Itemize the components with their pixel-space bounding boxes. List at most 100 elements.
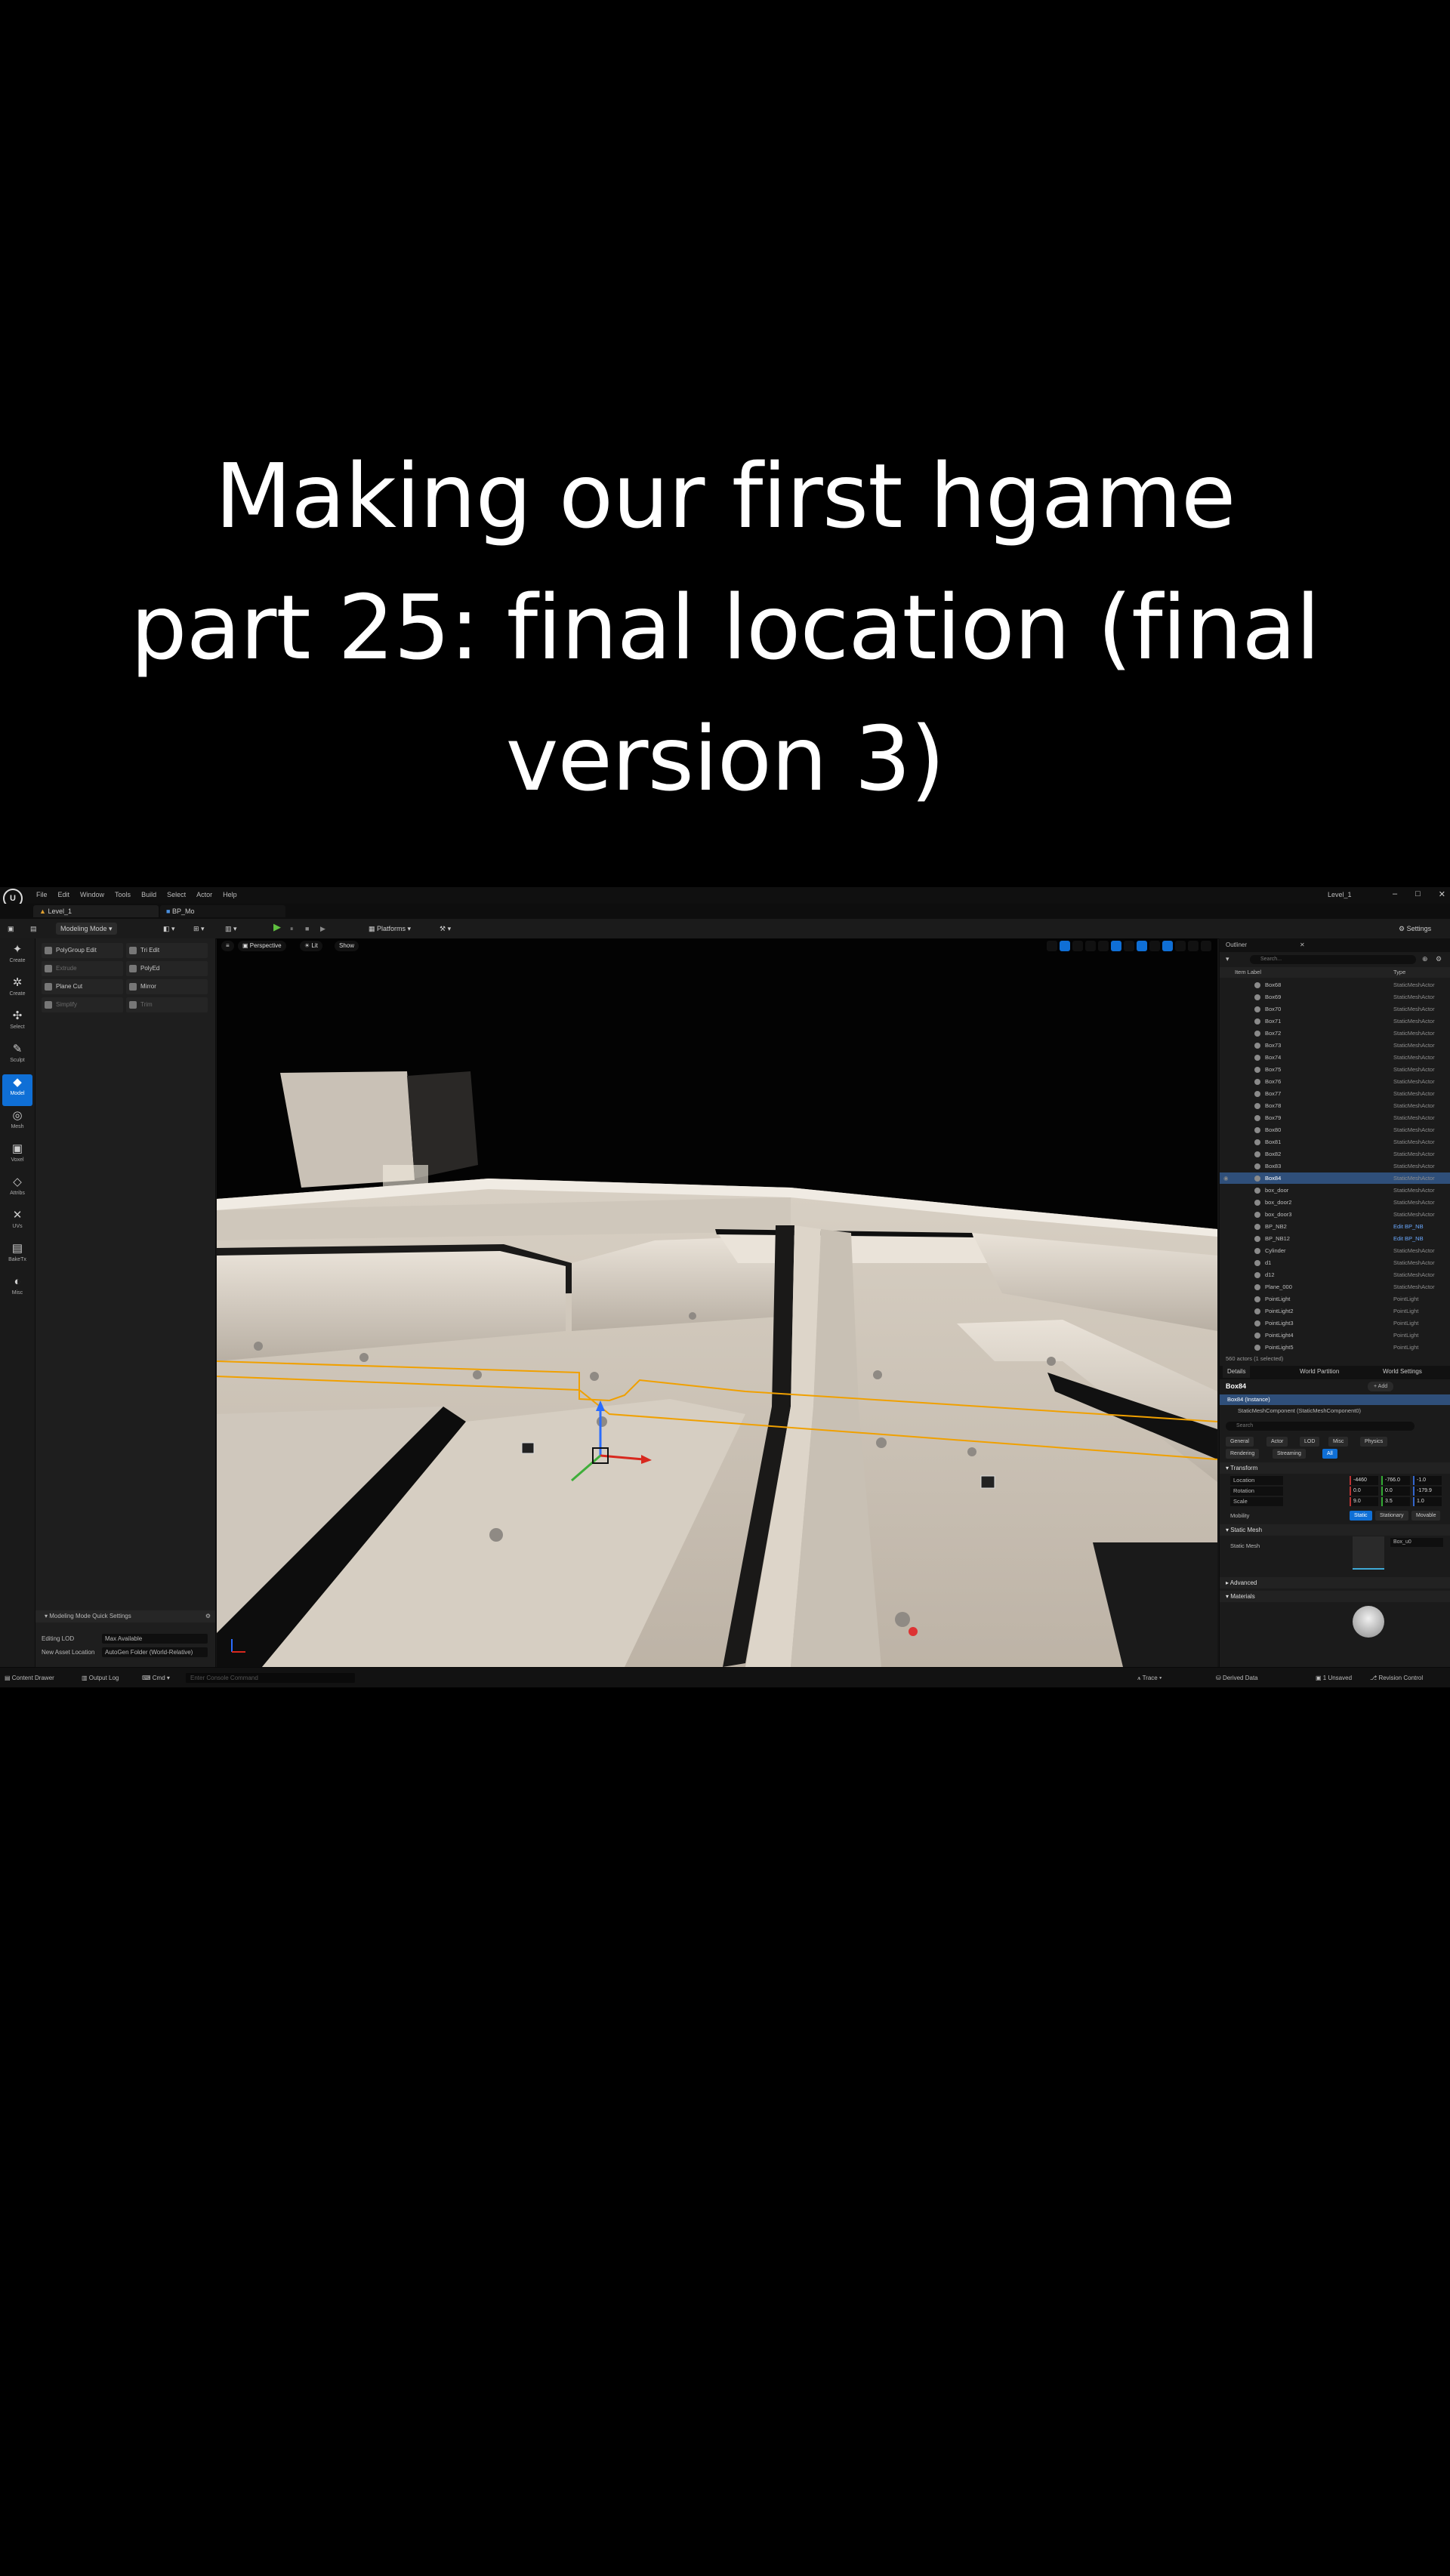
outliner-row[interactable]: Box70 StaticMeshActor [1220,1003,1450,1015]
outliner-row[interactable]: Box69 StaticMeshActor [1220,991,1450,1003]
mode-dropdown[interactable]: Modeling Mode ▾ [56,923,117,935]
outliner-row[interactable]: box_door StaticMeshActor [1220,1185,1450,1196]
rotate-icon[interactable] [1072,941,1083,951]
transform-location-x[interactable]: -4460 [1350,1476,1378,1485]
outliner-row[interactable]: d12 StaticMeshActor [1220,1269,1450,1280]
lit-button[interactable]: ☀ Lit [300,941,322,951]
trace-dropdown[interactable]: ⩚ Trace ▾ [1137,1668,1162,1687]
tool-trim[interactable]: Trim [126,997,208,1012]
outliner-row[interactable]: Box76 StaticMeshActor [1220,1076,1450,1087]
output-log-button[interactable]: ▥ Output Log [82,1668,119,1687]
editing-lod-select[interactable]: Max Available [102,1634,208,1644]
outliner-row[interactable]: Box68 StaticMeshActor [1220,979,1450,991]
tab-world-partition[interactable]: World Partition [1295,1366,1344,1378]
category-mesh[interactable]: ◎ Mesh [2,1108,32,1139]
component-root[interactable]: Box84 (Instance) [1220,1394,1450,1405]
outliner-row[interactable]: PointLight3 PointLight [1220,1317,1450,1329]
materials-section[interactable]: ▾ Materials [1220,1591,1450,1602]
gear-icon[interactable]: ⚙ [205,1610,211,1622]
transform-section[interactable]: ▾ Transform [1220,1462,1450,1474]
outliner-row[interactable]: Cylinder StaticMeshActor [1220,1245,1450,1256]
outliner-row[interactable]: Box71 StaticMeshActor [1220,1015,1450,1027]
menu-edit[interactable]: Edit [58,891,70,898]
outliner-row[interactable]: Box80 StaticMeshActor [1220,1124,1450,1135]
filter-all[interactable]: All [1322,1449,1337,1459]
transform-location-label[interactable]: Location [1230,1476,1283,1485]
transform-scale-y[interactable]: 3.5 [1381,1497,1410,1506]
add-component-button[interactable]: + Add [1368,1382,1394,1391]
menu-tools[interactable]: Tools [115,891,131,898]
outliner-row[interactable]: Plane_000 StaticMeshActor [1220,1281,1450,1293]
outliner-row-type[interactable]: Edit BP_NB [1393,1221,1424,1232]
derived-data-button[interactable]: ⛁ Derived Data [1216,1668,1258,1687]
outliner-row[interactable]: BP_NB2 Edit BP_NB [1220,1221,1450,1232]
blueprint-menu-icon[interactable]: ⊞ ▾ [193,923,205,935]
transform-location-y[interactable]: -766.0 [1381,1476,1410,1485]
outliner-row[interactable]: box_door2 StaticMeshActor [1220,1197,1450,1208]
material-preview[interactable] [1353,1606,1384,1638]
advanced-section[interactable]: ▸ Advanced [1220,1577,1450,1588]
add-actor-icon[interactable]: ◧ ▾ [163,923,175,935]
filter-general[interactable]: General [1226,1437,1254,1447]
outliner-row-type[interactable]: Edit BP_NB [1393,1233,1424,1244]
viewport-menu-icon[interactable]: ≡ [221,941,234,951]
stop-icon[interactable]: ■ [305,923,309,935]
mobility-static[interactable]: Static [1350,1511,1372,1521]
eject-icon[interactable]: ▶ [320,923,325,935]
pause-icon[interactable]: ⏸ [290,923,294,935]
visibility-eye-icon[interactable]: ◉ [1223,1172,1229,1184]
outliner-row[interactable]: Box79 StaticMeshActor [1220,1112,1450,1123]
menu-window[interactable]: Window [80,891,104,898]
tool-polygroup-edit[interactable]: PolyGroup Edit [42,943,123,958]
sculpt-tools-icon[interactable]: ⚒ ▾ [440,923,451,935]
outliner-row[interactable]: PointLight2 PointLight [1220,1305,1450,1317]
outliner-row[interactable]: Box74 StaticMeshActor [1220,1052,1450,1063]
gear-icon[interactable]: ⚙ [1436,955,1442,963]
scene-render[interactable] [217,938,1217,1667]
outliner-row[interactable]: PointLight PointLight [1220,1293,1450,1305]
camera-speed-icon[interactable] [1188,941,1199,951]
outliner-row[interactable]: PointLight5 PointLight [1220,1342,1450,1353]
cinematics-icon[interactable]: ▥ ▾ [225,923,237,935]
tool-tri-edit[interactable]: Tri Edit [126,943,208,958]
filter-rendering[interactable]: Rendering [1226,1449,1260,1459]
scale-icon[interactable] [1085,941,1096,951]
category-attribs[interactable]: ◇ Attribs [2,1174,32,1206]
close-icon[interactable]: ✕ [1439,889,1445,899]
platforms-dropdown[interactable]: ▦ Platforms ▾ [369,923,411,935]
asset-location-select[interactable]: AutoGen Folder (World-Relative) [102,1647,208,1657]
scale-size-icon[interactable] [1175,941,1186,951]
outliner-row[interactable]: Box73 StaticMeshActor [1220,1040,1450,1051]
level-viewport[interactable]: ≡ ▣ Perspective ☀ Lit Show [217,938,1217,1667]
maximize-viewport-icon[interactable] [1201,941,1211,951]
tool-extrude[interactable]: Extrude [42,961,123,976]
outliner-row[interactable]: Box81 StaticMeshActor [1220,1136,1450,1148]
tab-level[interactable]: ▲ Level_1 [33,905,159,917]
component-child[interactable]: StaticMeshComponent (StaticMeshComponent… [1220,1406,1450,1416]
filter-physics[interactable]: Physics [1360,1437,1388,1447]
outliner-row[interactable]: Box77 StaticMeshActor [1220,1088,1450,1099]
browse-icon[interactable]: ▤ [30,923,37,935]
outliner-row[interactable]: Box83 StaticMeshActor [1220,1160,1450,1172]
outliner-row[interactable]: ◉ Box84 StaticMeshActor [1220,1172,1450,1184]
outliner-row[interactable]: Box82 StaticMeshActor [1220,1148,1450,1160]
category-sculpt[interactable]: ✎ Sculpt [2,1041,32,1073]
tool-mirror[interactable]: Mirror [126,979,208,994]
save-icon[interactable]: ▣ [8,923,14,935]
settings-dropdown[interactable]: ⚙ Settings [1399,923,1431,935]
category-uvs[interactable]: ✕ UVs [2,1207,32,1239]
outliner-row[interactable]: Box78 StaticMeshActor [1220,1100,1450,1111]
outliner-row[interactable]: Box75 StaticMeshActor [1220,1064,1450,1075]
category-voxel[interactable]: ▣ Voxel [2,1141,32,1172]
transform-rotation-y[interactable]: 0.0 [1381,1487,1410,1496]
outliner-search-input[interactable]: Search... [1250,955,1416,964]
perspective-button[interactable]: ▣ Perspective [238,941,286,951]
static-mesh-section[interactable]: ▾ Static Mesh [1220,1524,1450,1536]
transform-rotation-label[interactable]: Rotation [1230,1487,1283,1496]
close-icon[interactable]: ✕ [1300,938,1305,952]
details-search-input[interactable]: Search [1226,1422,1415,1431]
menu-select[interactable]: Select [167,891,186,898]
outliner-tab[interactable]: Outliner ✕ [1220,938,1450,952]
show-button[interactable]: Show [335,941,359,951]
outliner-row[interactable]: box_door3 StaticMeshActor [1220,1209,1450,1220]
